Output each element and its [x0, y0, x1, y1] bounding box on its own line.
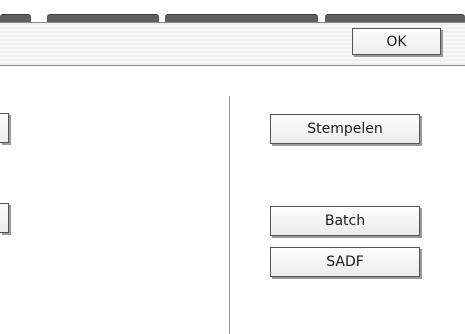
- stamp-button[interactable]: Stempelen: [270, 114, 420, 144]
- vertical-divider: [229, 96, 230, 334]
- left-button-stub-lower[interactable]: [0, 203, 9, 233]
- ok-button[interactable]: OK: [352, 28, 441, 55]
- batch-button[interactable]: Batch: [270, 206, 420, 236]
- left-button-stub-upper[interactable]: [0, 113, 9, 143]
- top-tab-strip: [0, 0, 465, 23]
- sadf-button[interactable]: SADF: [270, 247, 420, 277]
